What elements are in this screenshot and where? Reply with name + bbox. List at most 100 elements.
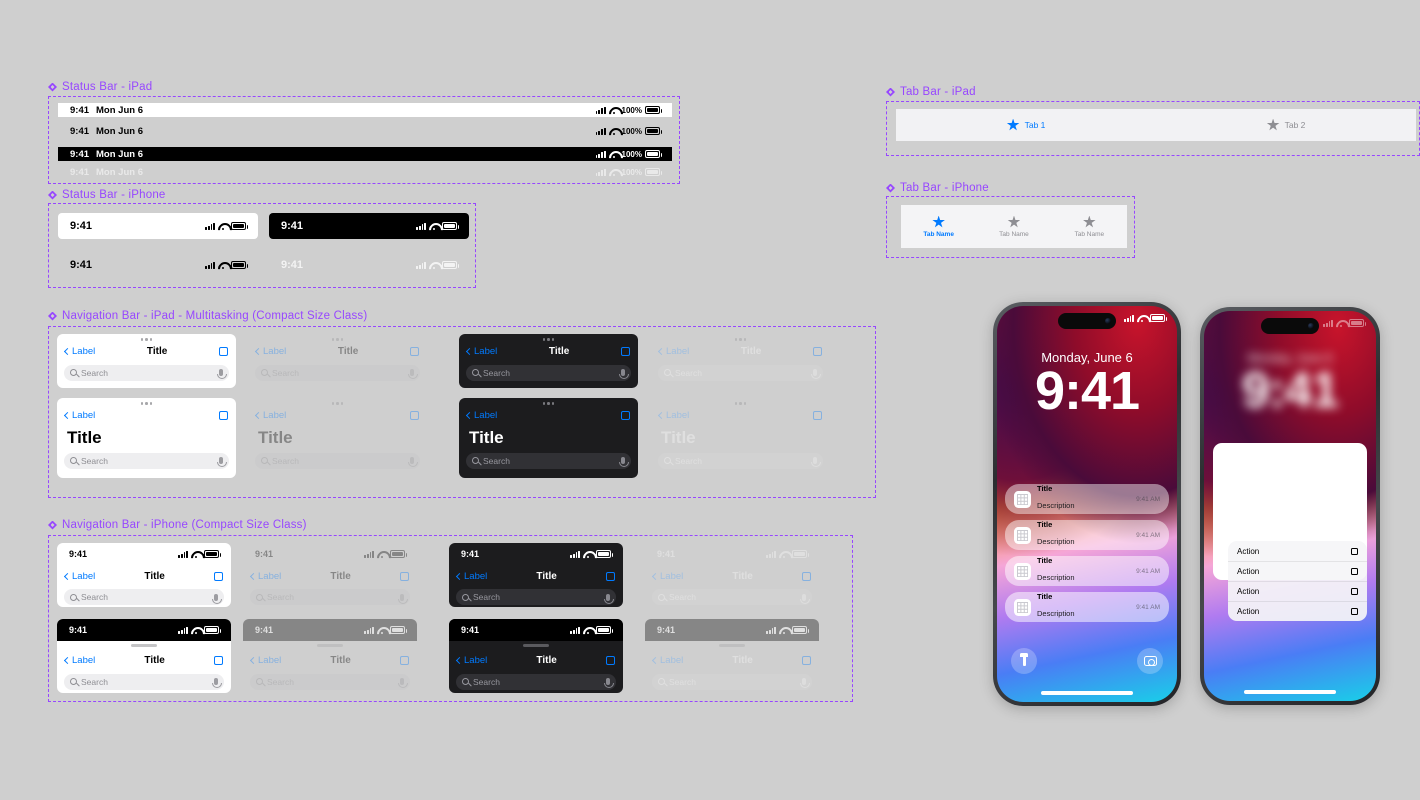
tab-bar-item-2[interactable]: Tab Name	[976, 215, 1051, 238]
back-button[interactable]: Label	[249, 571, 281, 582]
microphone-icon[interactable]	[408, 369, 418, 379]
navbar-iphone-light[interactable]: 9:41 Label Title Search	[57, 543, 231, 607]
search-field[interactable]: Search	[652, 673, 812, 690]
back-button[interactable]: Label	[455, 571, 487, 582]
square-icon[interactable]	[802, 571, 811, 581]
search-field[interactable]: Search	[456, 673, 616, 690]
microphone-icon[interactable]	[398, 593, 408, 604]
section-label-tab-bar-ipad[interactable]: Tab Bar - iPad	[886, 86, 976, 98]
grabber-handle-icon[interactable]	[131, 644, 157, 647]
context-menu-item[interactable]: Action	[1228, 581, 1367, 601]
context-menu-item[interactable]: Action	[1228, 541, 1367, 561]
navbar-ipad-standard-dark-transparent[interactable]: Label Title Search	[651, 334, 830, 388]
microphone-icon[interactable]	[800, 593, 810, 604]
microphone-icon[interactable]	[212, 678, 222, 688]
navbar-iphone-modal-dark[interactable]: 9:41 Label Title Search	[449, 619, 623, 693]
square-icon[interactable]	[214, 656, 223, 665]
context-menu-item[interactable]: Action	[1228, 561, 1367, 581]
square-icon[interactable]	[621, 411, 630, 420]
navbar-ipad-large-light-transparent[interactable]: Label Title Search	[248, 398, 427, 478]
navbar-ipad-standard-light[interactable]: Label Title Search	[57, 334, 236, 388]
section-label-status-bar-iphone[interactable]: Status Bar - iPhone	[48, 189, 166, 201]
back-button[interactable]: Label	[63, 571, 95, 582]
camera-button[interactable]	[1137, 648, 1163, 674]
square-icon[interactable]	[813, 411, 822, 420]
navbar-ipad-standard-dark[interactable]: Label Title Search	[459, 334, 638, 388]
microphone-icon[interactable]	[800, 678, 810, 688]
microphone-icon[interactable]	[619, 369, 629, 379]
microphone-icon[interactable]	[604, 593, 614, 604]
notification-item[interactable]: Title Description 9:41 AM	[1005, 484, 1169, 514]
microphone-icon[interactable]	[604, 678, 614, 688]
section-label-tab-bar-iphone[interactable]: Tab Bar - iPhone	[886, 182, 989, 194]
notification-item[interactable]: Title Description 9:41 AM	[1005, 592, 1169, 622]
square-icon[interactable]	[802, 656, 811, 665]
home-indicator[interactable]	[1041, 691, 1133, 695]
square-icon[interactable]	[606, 571, 615, 581]
microphone-icon[interactable]	[217, 457, 227, 467]
back-button[interactable]: Label	[63, 346, 95, 357]
search-field[interactable]: Search	[64, 364, 229, 381]
microphone-icon[interactable]	[408, 457, 418, 467]
search-field[interactable]: Search	[64, 452, 229, 469]
notification-item[interactable]: Title Description 9:41 AM	[1005, 556, 1169, 586]
navbar-iphone-dark-transparent[interactable]: 9:41 Label Title Search	[645, 543, 819, 607]
microphone-icon[interactable]	[212, 593, 222, 604]
search-field[interactable]: Search	[255, 452, 420, 469]
back-button[interactable]: Label	[254, 410, 286, 421]
back-button[interactable]: Label	[465, 410, 497, 421]
tab-bar-item-1[interactable]: Tab Name	[901, 215, 976, 238]
section-label-nav-iphone[interactable]: Navigation Bar - iPhone (Compact Size Cl…	[48, 519, 307, 531]
grabber-handle-icon[interactable]	[317, 644, 343, 647]
search-field[interactable]: Search	[64, 673, 224, 690]
home-indicator[interactable]	[1244, 690, 1336, 694]
navbar-ipad-standard-light-transparent[interactable]: Label Title Search	[248, 334, 427, 388]
search-field[interactable]: Search	[250, 589, 410, 605]
square-icon[interactable]	[214, 571, 223, 581]
square-icon[interactable]	[219, 347, 228, 356]
square-icon[interactable]	[621, 347, 630, 356]
tab-bar-item-tab-2[interactable]: Tab 2	[1156, 118, 1416, 132]
microphone-icon[interactable]	[398, 678, 408, 688]
search-field[interactable]: Search	[250, 673, 410, 690]
back-button[interactable]: Label	[465, 346, 497, 357]
navbar-iphone-modal-light-transparent[interactable]: 9:41 Label Title Search	[243, 619, 417, 693]
flashlight-button[interactable]	[1011, 648, 1037, 674]
search-field[interactable]: Search	[466, 364, 631, 381]
back-button[interactable]: Label	[254, 346, 286, 357]
search-field[interactable]: Search	[658, 364, 823, 381]
back-button[interactable]: Label	[63, 655, 95, 666]
back-button[interactable]: Label	[63, 410, 95, 421]
grabber-handle-icon[interactable]	[523, 644, 549, 647]
navbar-ipad-large-dark[interactable]: Label Title Search	[459, 398, 638, 478]
navbar-ipad-large-dark-transparent[interactable]: Label Title Search	[651, 398, 830, 478]
section-label-nav-ipad[interactable]: Navigation Bar - iPad - Multitasking (Co…	[48, 310, 367, 322]
tab-bar-item-3[interactable]: Tab Name	[1052, 215, 1127, 238]
notification-item[interactable]: Title Description 9:41 AM	[1005, 520, 1169, 550]
search-field[interactable]: Search	[64, 589, 224, 605]
square-icon[interactable]	[813, 347, 822, 356]
back-button[interactable]: Label	[657, 346, 689, 357]
search-field[interactable]: Search	[466, 452, 631, 469]
square-icon[interactable]	[606, 656, 615, 665]
search-field[interactable]: Search	[652, 589, 812, 605]
back-button[interactable]: Label	[249, 655, 281, 666]
microphone-icon[interactable]	[811, 457, 821, 467]
navbar-iphone-light-transparent[interactable]: 9:41 Label Title Search	[243, 543, 417, 607]
search-field[interactable]: Search	[255, 364, 420, 381]
square-icon[interactable]	[410, 411, 419, 420]
search-field[interactable]: Search	[658, 452, 823, 469]
back-button[interactable]: Label	[657, 410, 689, 421]
microphone-icon[interactable]	[217, 369, 227, 379]
search-field[interactable]: Search	[456, 589, 616, 605]
square-icon[interactable]	[410, 347, 419, 356]
microphone-icon[interactable]	[811, 369, 821, 379]
tab-bar-item-tab-1[interactable]: Tab 1	[896, 118, 1156, 132]
navbar-ipad-large-light[interactable]: Label Title Search	[57, 398, 236, 478]
navbar-iphone-dark[interactable]: 9:41 Label Title Search	[449, 543, 623, 607]
back-button[interactable]: Label	[651, 571, 683, 582]
square-icon[interactable]	[219, 411, 228, 420]
navbar-iphone-modal-light[interactable]: 9:41 Label Title Search	[57, 619, 231, 693]
microphone-icon[interactable]	[619, 457, 629, 467]
square-icon[interactable]	[400, 656, 409, 665]
